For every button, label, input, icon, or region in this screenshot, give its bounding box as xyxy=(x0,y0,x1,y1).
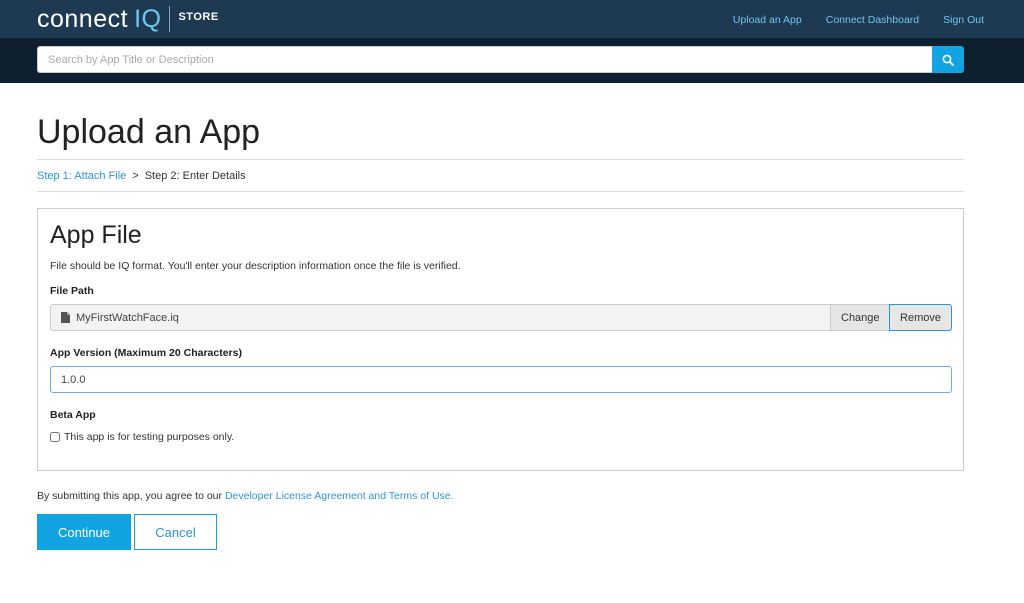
breadcrumb-divider xyxy=(37,191,964,192)
breadcrumb: Step 1: Attach File > Step 2: Enter Deta… xyxy=(37,170,246,182)
beta-checkbox-label: This app is for testing purposes only. xyxy=(64,431,235,443)
logo-store-text: STORE xyxy=(178,11,219,23)
page-title: Upload an App xyxy=(37,113,261,151)
panel-title: App File xyxy=(50,221,142,249)
search-input[interactable] xyxy=(37,46,933,73)
search-bar-band xyxy=(0,38,1024,83)
title-divider xyxy=(37,159,964,160)
logo-divider xyxy=(169,6,171,32)
app-file-panel: App File File should be IQ format. You'l… xyxy=(37,208,964,471)
breadcrumb-separator: > xyxy=(132,170,139,182)
file-name-text: MyFirstWatchFace.iq xyxy=(76,311,179,324)
beta-checkbox[interactable] xyxy=(50,432,60,442)
remove-file-button[interactable]: Remove xyxy=(889,304,952,331)
file-icon xyxy=(61,312,70,323)
breadcrumb-step-1[interactable]: Step 1: Attach File xyxy=(37,170,126,182)
beta-app-label: Beta App xyxy=(50,409,96,421)
connect-iq-store-logo[interactable]: connect IQ STORE xyxy=(37,5,219,33)
file-name-display: MyFirstWatchFace.iq xyxy=(51,305,830,330)
license-agreement-link[interactable]: Developer License Agreement and Terms of… xyxy=(225,490,454,502)
top-navigation-bar: connect IQ STORE Upload an App Connect D… xyxy=(0,0,1024,38)
continue-button[interactable]: Continue xyxy=(37,514,131,550)
search-icon xyxy=(942,54,954,66)
nav-upload-an-app[interactable]: Upload an App xyxy=(733,14,802,26)
agreement-prefix: By submitting this app, you agree to our xyxy=(37,490,225,502)
agreement-text: By submitting this app, you agree to our… xyxy=(37,490,454,502)
search-button[interactable] xyxy=(932,46,964,73)
logo-iq-text: IQ xyxy=(134,4,162,33)
change-file-button[interactable]: Change xyxy=(830,305,889,330)
nav-connect-dashboard[interactable]: Connect Dashboard xyxy=(826,14,919,26)
breadcrumb-step-2: Step 2: Enter Details xyxy=(144,170,246,182)
logo-connect-text: connect xyxy=(37,4,129,33)
file-path-field: MyFirstWatchFace.iq Change Remove xyxy=(50,304,952,331)
app-version-input[interactable] xyxy=(50,366,952,393)
top-nav-links: Upload an App Connect Dashboard Sign Out xyxy=(733,14,984,26)
file-path-label: File Path xyxy=(50,285,94,297)
cancel-button[interactable]: Cancel xyxy=(134,514,217,550)
panel-description: File should be IQ format. You'll enter y… xyxy=(50,260,461,272)
app-version-label: App Version (Maximum 20 Characters) xyxy=(50,347,242,359)
beta-checkbox-row[interactable]: This app is for testing purposes only. xyxy=(50,431,234,443)
nav-sign-out[interactable]: Sign Out xyxy=(943,14,984,26)
